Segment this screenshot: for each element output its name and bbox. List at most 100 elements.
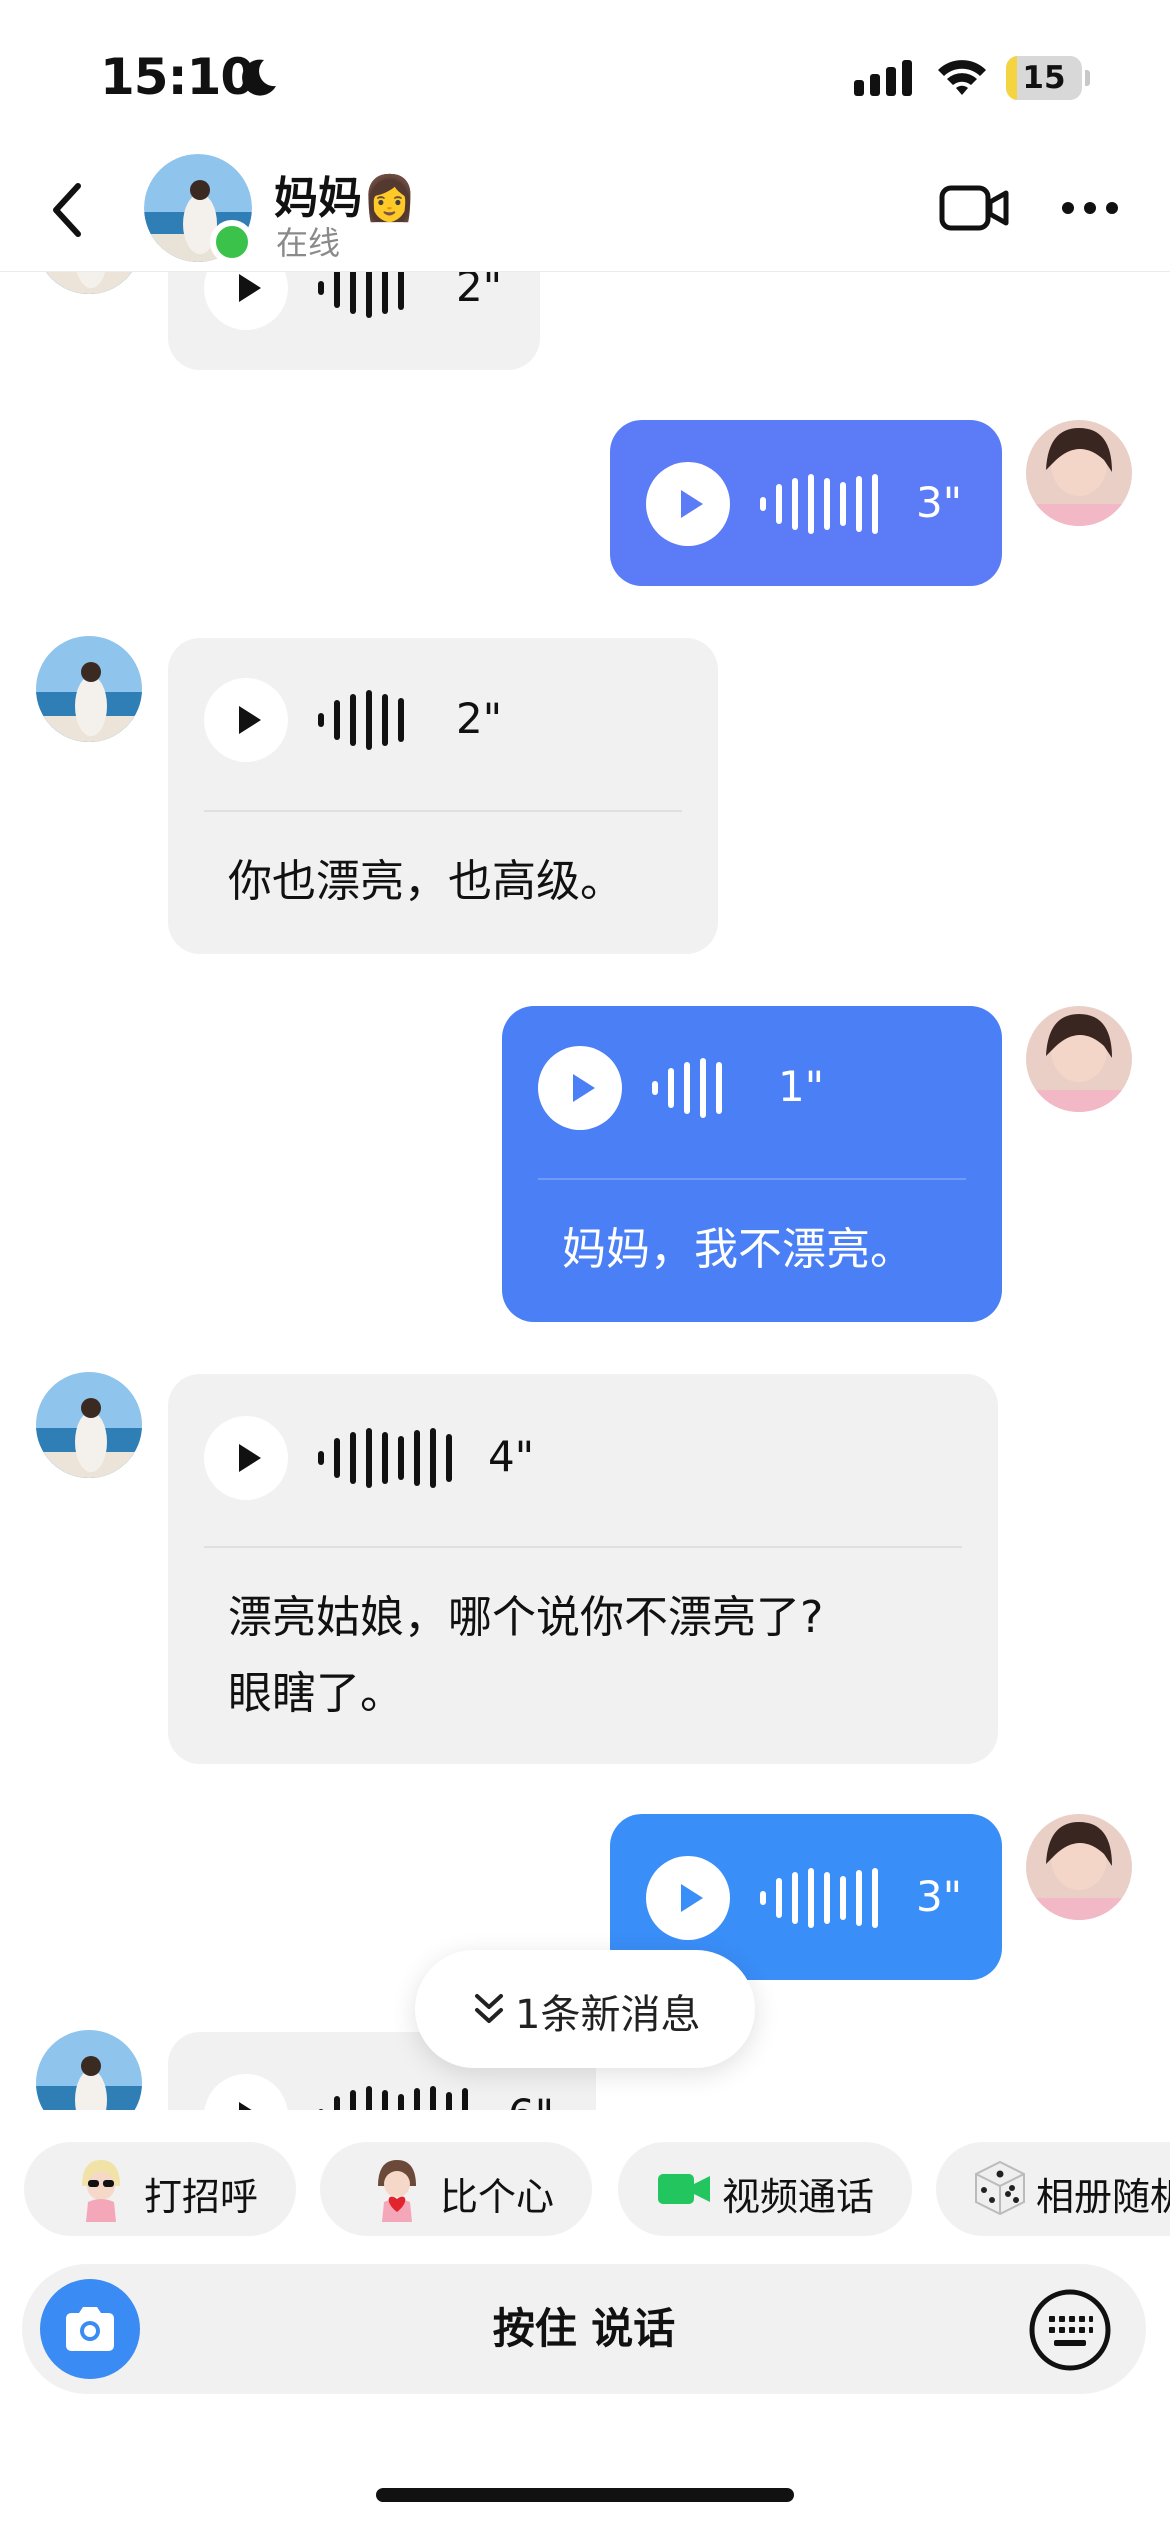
waveform-bar	[350, 694, 356, 746]
play-icon	[573, 1074, 595, 1102]
waveform-bar	[318, 712, 324, 728]
play-button[interactable]	[646, 462, 730, 546]
wifi-icon	[938, 60, 986, 95]
contact-online-status: 在线	[276, 224, 341, 262]
play-button[interactable]	[538, 1046, 622, 1130]
waveform-bar	[840, 1876, 846, 1920]
play-button[interactable]	[204, 2074, 288, 2110]
voice-waveform	[318, 690, 428, 750]
mom-avatar[interactable]	[36, 636, 142, 742]
waveform-bar	[856, 1870, 862, 1926]
voice-waveform	[318, 2086, 478, 2110]
transcript-text: 你也漂亮，也高级。	[228, 856, 624, 907]
voice-duration: 6"	[508, 2090, 554, 2110]
voice-waveform	[652, 1058, 742, 1118]
hold-to-talk-button[interactable]: 按住 说话	[22, 2264, 1146, 2394]
waveform-bar	[350, 2090, 356, 2110]
play-button[interactable]	[204, 1416, 288, 1500]
waveform-bar	[414, 1430, 420, 1486]
voice-message-bubble[interactable]: 4" 漂亮姑娘，哪个说你不漂亮了? 眼瞎了。	[168, 1374, 998, 1764]
voice-duration: 3"	[916, 478, 963, 527]
transcript-line-1: 漂亮姑娘，哪个说你不漂亮了?	[228, 1592, 824, 1643]
waveform-bar	[808, 1868, 814, 1928]
waveform-bar	[872, 1868, 878, 1928]
waveform-bar	[382, 2090, 388, 2110]
play-button[interactable]	[646, 1856, 730, 1940]
waveform-bar	[462, 2088, 468, 2110]
play-button[interactable]	[204, 272, 288, 330]
quick-reply-label: 打招呼	[144, 2175, 259, 2219]
waveform-bar	[398, 2094, 404, 2110]
waveform-bar	[872, 474, 878, 534]
voice-message-bubble[interactable]: 2" 你也漂亮，也高级。	[168, 638, 718, 954]
new-messages-button[interactable]: 1条新消息	[415, 1950, 755, 2068]
waveform-bar	[792, 478, 798, 530]
chat-header: 妈妈👩 在线	[0, 140, 1170, 272]
mom-avatar[interactable]	[36, 1372, 142, 1478]
play-icon	[239, 2102, 252, 2110]
play-icon	[239, 274, 261, 302]
waveform-bar	[792, 1872, 798, 1924]
mom-avatar[interactable]	[36, 2030, 142, 2110]
voice-message-bubble[interactable]: 3"	[610, 420, 1002, 586]
waveform-bar	[398, 272, 404, 310]
heart-girl-sticker-icon	[378, 2160, 416, 2222]
more-options-icon[interactable]	[1060, 200, 1120, 216]
waveform-bar	[318, 280, 324, 296]
voice-duration: 2"	[456, 272, 503, 311]
waveform-bar	[700, 1058, 706, 1118]
online-status-dot	[210, 220, 254, 264]
mom-avatar[interactable]	[36, 272, 142, 294]
waveform-bar	[350, 272, 356, 314]
quick-reply-heart[interactable]: 比个心	[320, 2142, 592, 2236]
waveform-bar	[382, 694, 388, 746]
camera-button[interactable]	[40, 2279, 140, 2379]
keyboard-icon[interactable]	[1028, 2288, 1112, 2372]
quick-reply-label: 相册随机	[1036, 2175, 1170, 2219]
my-avatar[interactable]	[1026, 1006, 1132, 1112]
status-bar: 15:10 15	[0, 0, 1170, 140]
voice-waveform	[318, 1428, 468, 1488]
waveform-bar	[776, 1878, 782, 1918]
my-avatar[interactable]	[1026, 420, 1132, 526]
voice-duration: 1"	[778, 1062, 825, 1111]
waveform-bar	[318, 1450, 324, 1466]
contact-name[interactable]: 妈妈👩	[274, 162, 417, 226]
status-time: 15:10	[100, 48, 255, 106]
voice-message-bubble[interactable]: 2"	[168, 272, 540, 370]
voice-waveform	[760, 474, 890, 534]
divider	[204, 810, 682, 812]
waveform-bar	[430, 2086, 436, 2110]
play-icon	[681, 490, 703, 518]
double-chevron-down-icon	[475, 1994, 503, 2023]
camera-icon	[66, 2307, 114, 2351]
quick-reply-greet[interactable]: 打招呼	[24, 2142, 296, 2236]
quick-reply-label: 比个心	[440, 2175, 555, 2219]
waveform-bar	[366, 1428, 372, 1488]
message-list[interactable]: 2" 3" 2" 你也漂亮，也高级。 1" 妈妈，我不漂亮。 4" 漂亮姑娘，哪…	[0, 272, 1170, 2110]
waveform-bar	[808, 474, 814, 534]
sunglasses-girl-sticker-icon	[82, 2160, 120, 2222]
waveform-bar	[652, 1080, 658, 1096]
quick-reply-video-call[interactable]: 视频通话	[618, 2142, 912, 2236]
home-indicator[interactable]	[376, 2488, 794, 2502]
voice-message-bubble[interactable]: 1" 妈妈，我不漂亮。	[502, 1006, 1002, 1322]
waveform-bar	[366, 690, 372, 750]
quick-reply-label: 视频通话	[722, 2175, 875, 2219]
back-chevron-icon[interactable]	[46, 180, 90, 240]
quick-reply-random-photo[interactable]: 相册随机	[936, 2142, 1170, 2236]
voice-waveform	[318, 272, 428, 318]
waveform-bar	[318, 2108, 324, 2110]
waveform-bar	[430, 1428, 436, 1488]
play-button[interactable]	[204, 678, 288, 762]
waveform-bar	[824, 478, 830, 530]
video-call-icon[interactable]	[938, 182, 1010, 234]
waveform-bar	[334, 700, 340, 740]
waveform-bar	[824, 1872, 830, 1924]
play-icon	[239, 706, 261, 734]
input-bar: 按住 说话	[22, 2264, 1146, 2394]
play-icon	[681, 1884, 703, 1912]
waveform-bar	[840, 482, 846, 526]
new-messages-label: 1条新消息	[515, 1992, 701, 2038]
my-avatar[interactable]	[1026, 1814, 1132, 1920]
